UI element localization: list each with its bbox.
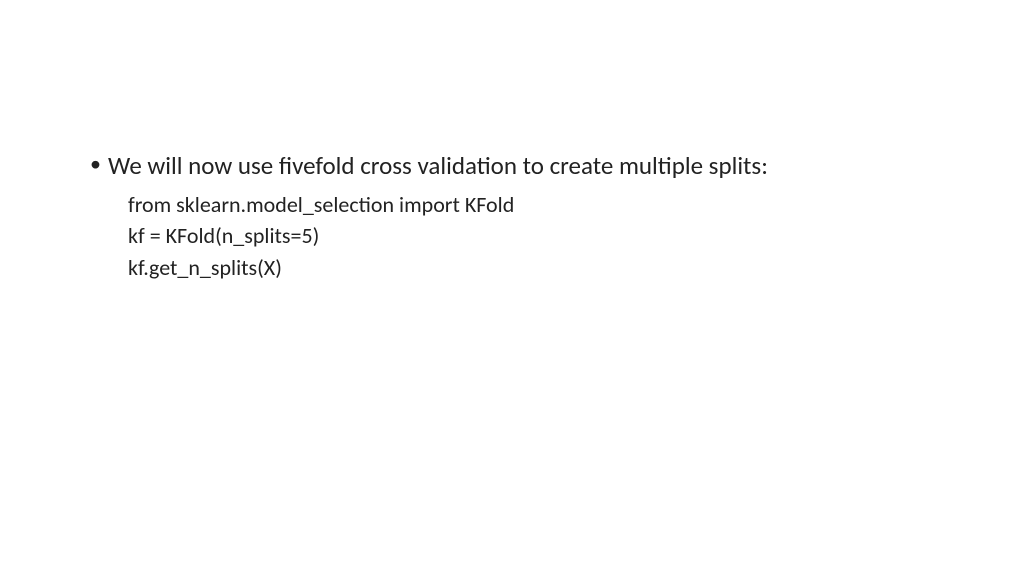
code-block: from sklearn.model_selection import KFol… bbox=[108, 189, 954, 285]
code-line-3: kf.get_n_splits(X) bbox=[128, 252, 954, 284]
bullet-item: We will now use fivefold cross validatio… bbox=[90, 150, 954, 284]
slide: We will now use fivefold cross validatio… bbox=[0, 0, 1024, 576]
code-line-2: kf = KFold(n_splits=5) bbox=[128, 220, 954, 252]
code-line-1: from sklearn.model_selection import KFol… bbox=[128, 189, 954, 221]
bullet-list: We will now use fivefold cross validatio… bbox=[70, 150, 954, 284]
bullet-text: We will now use fivefold cross validatio… bbox=[108, 150, 768, 181]
